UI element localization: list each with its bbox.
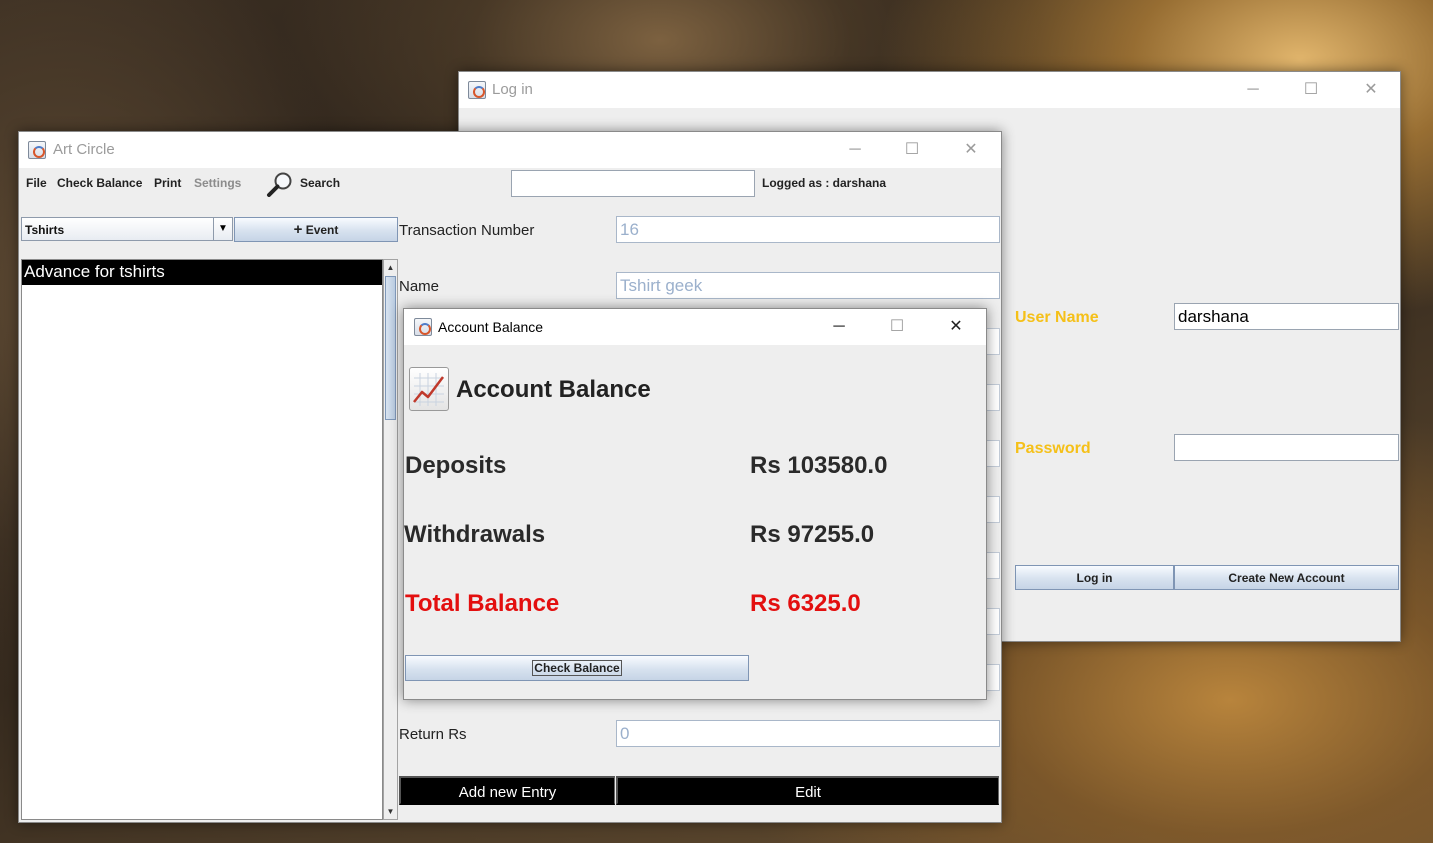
category-select[interactable]: Tshirts ▼	[21, 217, 233, 241]
check-balance-button[interactable]: Check Balance	[405, 655, 749, 681]
search-input[interactable]	[511, 170, 755, 197]
scroll-down-icon[interactable]: ▼	[384, 804, 397, 819]
return-field[interactable]: 0	[616, 720, 1000, 747]
minimize-icon[interactable]: ─	[816, 309, 862, 345]
login-button[interactable]: Log in	[1015, 565, 1174, 590]
menu-file[interactable]: File	[26, 176, 47, 190]
maximize-icon[interactable]: ☐	[874, 309, 920, 345]
username-input[interactable]	[1174, 303, 1399, 330]
scroll-thumb[interactable]	[385, 276, 396, 420]
deposits-label: Deposits	[405, 452, 507, 479]
create-account-button[interactable]: Create New Account	[1174, 565, 1399, 590]
deposits-value: Rs 103580.0	[750, 452, 888, 479]
logged-as-label: Logged as : darshana	[762, 176, 887, 190]
withdrawals-value: Rs 97255.0	[750, 521, 875, 548]
menu-settings[interactable]: Settings	[194, 176, 241, 190]
menu-print[interactable]: Print	[154, 176, 181, 190]
dialog-titlebar: Account Balance ─ ☐ ✕	[404, 309, 986, 345]
login-window-title: Log in	[492, 81, 533, 98]
transaction-number-label: Transaction Number	[399, 222, 535, 239]
name-label: Name	[399, 278, 440, 295]
event-button-label: Event	[305, 223, 339, 237]
return-label: Return Rs	[399, 726, 467, 743]
java-app-icon	[28, 141, 46, 159]
entries-list[interactable]: Advance for tshirts	[21, 259, 383, 820]
add-new-entry-button[interactable]: Add new Entry	[399, 776, 615, 805]
username-label: User Name	[1015, 309, 1099, 326]
list-item[interactable]: Advance for tshirts	[22, 260, 382, 285]
name-field[interactable]: Tshirt geek	[616, 272, 1000, 299]
withdrawals-label: Withdrawals	[404, 521, 546, 548]
password-label: Password	[1015, 440, 1091, 457]
search-icon[interactable]	[266, 171, 294, 197]
chart-icon	[409, 367, 449, 411]
minimize-icon[interactable]: ─	[1230, 72, 1276, 108]
list-scrollbar[interactable]: ▲ ▼	[383, 259, 398, 820]
menu-search[interactable]: Search	[300, 176, 340, 190]
add-event-button[interactable]: + Event	[234, 217, 398, 242]
menu-check-balance[interactable]: Check Balance	[57, 176, 142, 190]
minimize-icon[interactable]: ─	[832, 132, 878, 168]
password-input[interactable]	[1174, 434, 1399, 461]
total-balance-label: Total Balance	[405, 590, 560, 617]
close-icon[interactable]: ✕	[1348, 72, 1394, 108]
scroll-up-icon[interactable]: ▲	[384, 260, 397, 275]
maximize-icon[interactable]: ☐	[1288, 72, 1334, 108]
account-balance-dialog: Account Balance ─ ☐ ✕ Account Balance De…	[403, 308, 987, 700]
close-icon[interactable]: ✕	[933, 309, 979, 345]
close-icon[interactable]: ✕	[948, 132, 994, 168]
dialog-title: Account Balance	[438, 319, 544, 335]
menu-bar: File Check Balance Print Settings Search…	[19, 168, 1001, 198]
category-selected-value: Tshirts	[25, 223, 65, 237]
art-titlebar: Art Circle ─ ☐ ✕	[19, 132, 1001, 168]
java-app-icon	[468, 81, 486, 99]
maximize-icon[interactable]: ☐	[889, 132, 935, 168]
chevron-down-icon[interactable]: ▼	[213, 218, 232, 240]
login-titlebar: Log in ─ ☐ ✕	[459, 72, 1400, 108]
art-window-title: Art Circle	[53, 141, 115, 158]
plus-icon: +	[293, 221, 303, 238]
dialog-heading: Account Balance	[456, 376, 651, 403]
check-balance-label: Check Balance	[532, 660, 622, 676]
total-balance-value: Rs 6325.0	[750, 590, 861, 617]
edit-button[interactable]: Edit	[616, 776, 999, 805]
java-app-icon	[414, 318, 432, 336]
transaction-number-field[interactable]: 16	[616, 216, 1000, 243]
